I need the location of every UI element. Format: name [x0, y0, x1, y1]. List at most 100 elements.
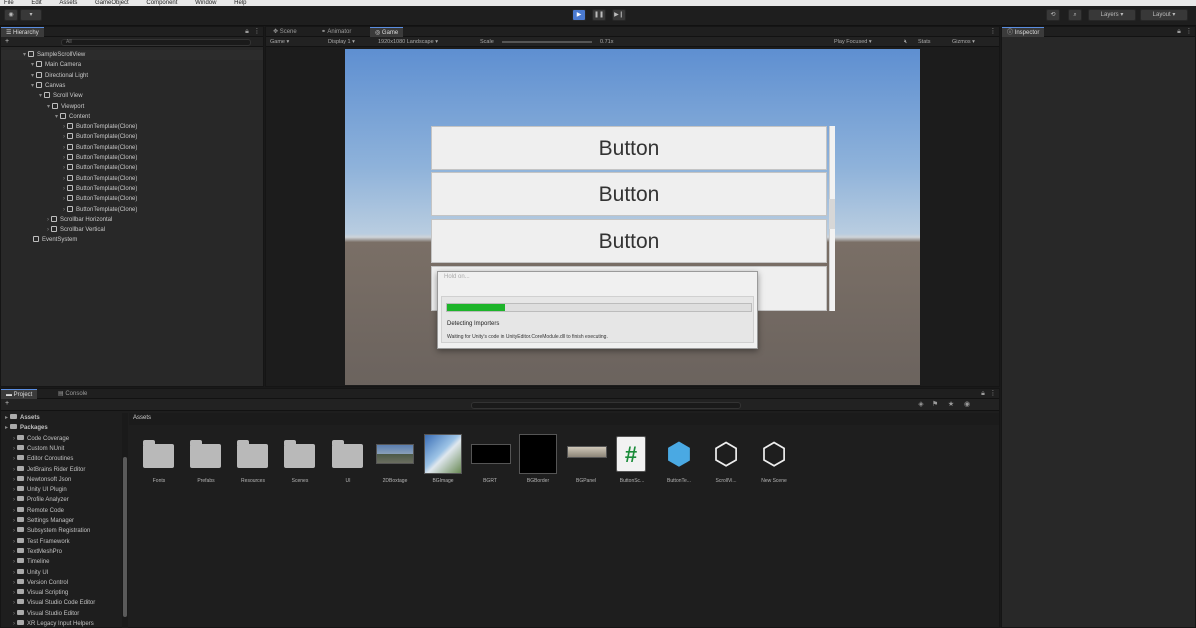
ui-button-1[interactable]: Button	[431, 126, 827, 170]
account-button[interactable]: ◉	[4, 9, 18, 21]
project-search-input[interactable]	[471, 402, 741, 409]
project-tree-item[interactable]: › Custom NUnit	[1, 444, 64, 454]
expand-arrow-icon[interactable]: ›	[13, 518, 15, 524]
expand-arrow-icon[interactable]: ›	[13, 456, 15, 462]
pause-button[interactable]: ❚❚	[592, 9, 606, 21]
lock-icon[interactable]: 🔒︎	[979, 390, 987, 398]
hierarchy-search-input[interactable]: All	[61, 39, 251, 46]
hierarchy-item[interactable]: › ButtonTemplate(Clone)	[1, 194, 263, 204]
project-tree-item[interactable]: › Unity UI Plugin	[1, 485, 67, 495]
expand-arrow-icon[interactable]: ›	[13, 559, 15, 565]
mute-audio-icon[interactable]: 🔇︎	[904, 37, 907, 47]
tab-console[interactable]: ▤ Console	[53, 389, 92, 399]
project-tree-item[interactable]: › JetBrains Rider Editor	[1, 465, 85, 475]
expand-arrow-icon[interactable]: ›	[63, 207, 65, 213]
expand-arrow-icon[interactable]: ›	[13, 487, 15, 493]
expand-arrow-icon[interactable]: ▾	[55, 114, 58, 120]
breadcrumb-assets[interactable]: Assets	[133, 415, 151, 421]
search-button[interactable]: ⌕	[1068, 9, 1082, 21]
project-tree-item[interactable]: › Subsystem Registration	[1, 526, 90, 536]
project-tree-item[interactable]: ▸ Packages	[1, 423, 48, 433]
tab-animator[interactable]: ⚭ Animator	[316, 27, 356, 37]
hierarchy-item[interactable]: ▾ Content	[1, 112, 263, 122]
hierarchy-item[interactable]: EventSystem	[1, 235, 263, 245]
hierarchy-item[interactable]: › ButtonTemplate(Clone)	[1, 163, 263, 173]
project-tree-item[interactable]: › Code Coverage	[1, 434, 69, 444]
tab-hierarchy[interactable]: ☰ Hierarchy	[1, 27, 44, 37]
expand-arrow-icon[interactable]: ›	[13, 497, 15, 503]
more-menu-icon[interactable]: ⋮	[989, 390, 997, 398]
expand-arrow-icon[interactable]: ▸	[5, 425, 8, 431]
expand-arrow-icon[interactable]: ▾	[47, 104, 50, 110]
project-tree-scrollbar[interactable]	[122, 413, 128, 628]
play-focused-dropdown[interactable]: Play Focused	[834, 37, 872, 47]
hierarchy-item[interactable]: › ButtonTemplate(Clone)	[1, 143, 263, 153]
hierarchy-scene-item[interactable]: ▾ SampleScrollView	[1, 50, 263, 60]
tab-project[interactable]: ▬ Project	[1, 389, 38, 399]
more-menu-icon[interactable]: ⋮	[253, 28, 261, 36]
display-number-dropdown[interactable]: Display 1	[328, 37, 355, 47]
search-by-label-icon[interactable]: ⚑	[931, 401, 939, 409]
expand-arrow-icon[interactable]: ›	[13, 590, 15, 596]
hierarchy-item[interactable]: › ButtonTemplate(Clone)	[1, 174, 263, 184]
expand-arrow-icon[interactable]: ›	[13, 570, 15, 576]
project-tree-item[interactable]: › Settings Manager	[1, 516, 74, 526]
game-display-dropdown[interactable]: Game	[270, 37, 289, 47]
gizmos-button[interactable]: Gizmos	[952, 37, 975, 47]
hierarchy-item[interactable]: › Scrollbar Horizontal	[1, 215, 263, 225]
expand-arrow-icon[interactable]: ▾	[31, 73, 34, 79]
expand-arrow-icon[interactable]: ›	[47, 217, 49, 223]
hierarchy-item[interactable]: ▾ Main Camera	[1, 60, 263, 70]
project-add-button[interactable]: +	[5, 400, 9, 407]
project-tree-item[interactable]: › Unity UI	[1, 568, 48, 578]
hierarchy-item[interactable]: › ButtonTemplate(Clone)	[1, 153, 263, 163]
project-tree-item[interactable]: ▸ Assets	[1, 413, 40, 423]
step-button[interactable]: ▶❙	[612, 9, 626, 21]
hierarchy-item[interactable]: ▾ Canvas	[1, 81, 263, 91]
expand-arrow-icon[interactable]: ▾	[39, 93, 42, 99]
expand-arrow-icon[interactable]: ›	[13, 436, 15, 442]
layers-dropdown[interactable]: Layers	[1088, 9, 1136, 21]
expand-arrow-icon[interactable]: ›	[13, 528, 15, 534]
expand-arrow-icon[interactable]: ›	[13, 477, 15, 483]
expand-arrow-icon[interactable]: ▸	[5, 415, 8, 421]
project-tree-item[interactable]: › XR Legacy Input Helpers	[1, 619, 94, 628]
layout-dropdown[interactable]: Layout	[1140, 9, 1188, 21]
scale-slider[interactable]	[502, 41, 592, 43]
expand-arrow-icon[interactable]: ›	[13, 611, 15, 617]
hierarchy-item[interactable]: › ButtonTemplate(Clone)	[1, 132, 263, 142]
expand-arrow-icon[interactable]: ›	[63, 196, 65, 202]
project-tree-item[interactable]: › Remote Code	[1, 506, 64, 516]
expand-arrow-icon[interactable]: ›	[63, 134, 65, 140]
expand-arrow-icon[interactable]: ›	[13, 539, 15, 545]
expand-arrow-icon[interactable]: ›	[13, 467, 15, 473]
hierarchy-item[interactable]: › Scrollbar Vertical	[1, 225, 263, 235]
expand-arrow-icon[interactable]: ▾	[31, 83, 34, 89]
visibility-icon[interactable]: ◉	[963, 401, 971, 409]
project-tree-item[interactable]: › Newtonsoft Json	[1, 475, 71, 485]
expand-arrow-icon[interactable]: ›	[63, 155, 65, 161]
account-dropdown[interactable]	[20, 9, 42, 21]
ui-button-3[interactable]: Button	[431, 219, 827, 263]
expand-arrow-icon[interactable]: ›	[13, 621, 15, 627]
stats-button[interactable]: Stats	[918, 37, 931, 47]
project-tree-item[interactable]: › Test Framework	[1, 537, 70, 547]
expand-arrow-icon[interactable]: ▾	[23, 52, 26, 58]
expand-arrow-icon[interactable]: ›	[13, 549, 15, 555]
expand-arrow-icon[interactable]: ›	[63, 186, 65, 192]
project-tree-item[interactable]: › Visual Studio Code Editor	[1, 598, 95, 608]
project-tree-item[interactable]: › Timeline	[1, 557, 49, 567]
add-button[interactable]: +	[5, 37, 9, 47]
lock-icon[interactable]: 🔒︎	[243, 28, 251, 36]
expand-arrow-icon[interactable]: ›	[63, 165, 65, 171]
hierarchy-item[interactable]: ▾ Scroll View	[1, 91, 263, 101]
hierarchy-item[interactable]: ▾ Viewport	[1, 102, 263, 112]
hierarchy-item[interactable]: › ButtonTemplate(Clone)	[1, 205, 263, 215]
hierarchy-item[interactable]: ▾ Directional Light	[1, 71, 263, 81]
lock-icon[interactable]: 🔒︎	[1175, 28, 1183, 36]
expand-arrow-icon[interactable]: ›	[13, 600, 15, 606]
expand-arrow-icon[interactable]: ›	[13, 446, 15, 452]
expand-arrow-icon[interactable]: ›	[63, 124, 65, 130]
project-tree-item[interactable]: › Version Control	[1, 578, 68, 588]
project-tree-item[interactable]: › Visual Studio Editor	[1, 609, 79, 619]
